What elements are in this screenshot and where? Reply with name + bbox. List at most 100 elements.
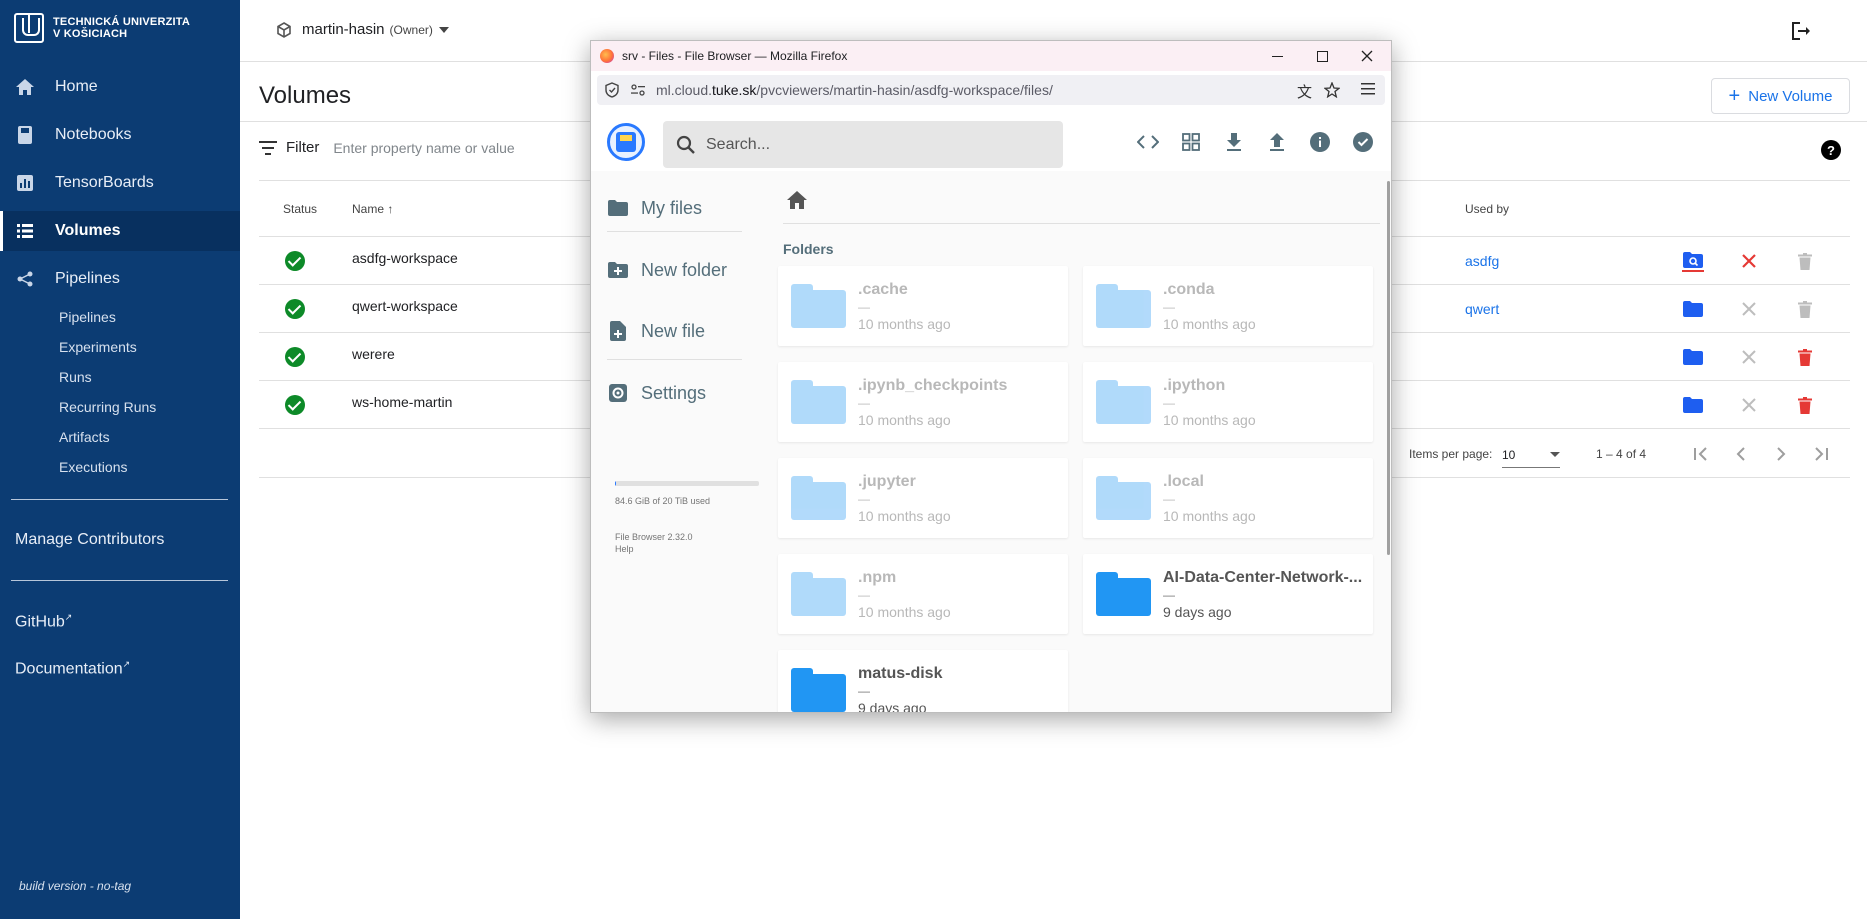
items-per-page-select[interactable]: 10 [1502,442,1560,468]
pipelines-icon [16,270,34,288]
folder-modified: 9 days ago [1163,604,1232,620]
new-volume-button[interactable]: + New Volume [1711,78,1850,114]
github-link[interactable]: GitHub↗ [15,612,72,631]
create-folder-icon [607,259,629,281]
upload-button[interactable] [1264,129,1290,155]
info-button[interactable] [1307,129,1333,155]
delete-volume-button[interactable] [1794,346,1816,368]
app-menu-button[interactable] [1360,82,1376,96]
folder-item[interactable]: matus-disk — 9 days ago [778,650,1068,712]
column-header-name[interactable]: Name ↑ [352,202,393,216]
folder-item[interactable]: AI-Data-Center-Network-... — 9 days ago [1083,554,1373,634]
sidebar-subitem-executions[interactable]: Executions [59,459,127,475]
folder-item[interactable]: .ipython — 10 months ago [1083,362,1373,442]
home-icon [787,191,807,209]
browse-volume-button[interactable] [1682,250,1704,272]
close-viewer-button[interactable] [1738,298,1760,320]
folder-item[interactable]: .npm — 10 months ago [778,554,1068,634]
divider [607,231,742,232]
url-bar[interactable]: ml.cloud.tuke.sk/pvcviewers/martin-hasin… [597,75,1385,105]
delete-volume-button[interactable] [1794,394,1816,416]
column-header-status[interactable]: Status [283,202,317,216]
search-input[interactable]: Search... [663,121,1063,168]
browse-volume-button[interactable] [1682,298,1704,320]
fb-version[interactable]: File Browser 2.32.0 [615,532,693,542]
trash-icon [1798,300,1812,318]
sidebar-item-notebooks[interactable]: Notebooks [0,115,240,155]
fb-nav-new-folder[interactable]: New folder [607,259,727,281]
close-icon [1742,302,1756,316]
firefox-window[interactable]: srv - Files - File Browser — Mozilla Fir… [590,40,1392,713]
university-logo[interactable]: TECHNICKÁ UNIVERZITA V KOŠICIACH [14,13,190,43]
hamburger-menu-icon [1361,83,1375,95]
folder-icon [791,572,846,616]
sidebar-divider [11,499,228,500]
search-icon [676,135,695,154]
documentation-link[interactable]: Documentation↗ [15,659,130,678]
sidebar-subitem-experiments[interactable]: Experiments [59,339,137,355]
last-page-button[interactable] [1810,443,1832,465]
close-viewer-button[interactable] [1738,346,1760,368]
create-file-icon [607,320,629,342]
folder-item[interactable]: .local — 10 months ago [1083,458,1373,538]
external-link-icon: ↗ [64,612,73,622]
close-window-button[interactable] [1345,41,1389,71]
delete-volume-button[interactable] [1794,250,1816,272]
fb-nav-settings[interactable]: Settings [607,382,706,404]
sidebar-item-pipelines[interactable]: Pipelines [0,259,240,299]
next-page-button[interactable] [1770,443,1792,465]
folders-heading: Folders [783,241,834,257]
manage-contributors-link[interactable]: Manage Contributors [15,531,164,549]
switch-view-button[interactable] [1178,129,1204,155]
window-title: srv - Files - File Browser — Mozilla Fir… [622,49,848,63]
translate-icon[interactable]: 文 [1297,81,1312,102]
scrollbar[interactable] [1387,181,1390,555]
namespace-selector[interactable]: martin-hasin (Owner) [276,21,449,38]
folder-item[interactable]: .jupyter — 10 months ago [778,458,1068,538]
close-icon [1742,398,1756,412]
fb-nav-new-file[interactable]: New file [607,320,705,342]
close-viewer-button[interactable] [1738,394,1760,416]
source-view-button[interactable] [1135,129,1161,155]
breadcrumb-home-button[interactable] [787,191,807,211]
url-text[interactable]: ml.cloud.tuke.sk/pvcviewers/martin-hasin… [656,82,1053,98]
folder-item[interactable]: .conda — 10 months ago [1083,266,1373,346]
bookmark-star-icon[interactable] [1324,82,1340,98]
folder-item[interactable]: .cache — 10 months ago [778,266,1068,346]
folder-item[interactable]: .ipynb_checkpoints — 10 months ago [778,362,1068,442]
first-page-button[interactable] [1690,443,1712,465]
delete-volume-button[interactable] [1794,298,1816,320]
window-titlebar[interactable]: srv - Files - File Browser — Mozilla Fir… [591,41,1391,71]
fb-help-link[interactable]: Help [615,544,634,554]
minimize-button[interactable] [1255,41,1299,71]
status-ok-icon [285,395,305,415]
help-icon[interactable]: ? [1821,140,1841,160]
sidebar-item-tensorboards[interactable]: TensorBoards [0,163,240,203]
logout-button[interactable] [1788,19,1812,43]
select-multiple-button[interactable] [1350,129,1376,155]
cube-icon [277,21,291,38]
sidebar-subitem-artifacts[interactable]: Artifacts [59,429,110,445]
sidebar-item-home[interactable]: Home [0,67,240,107]
used-by-link[interactable]: qwert [1465,301,1499,317]
sidebar-item-volumes[interactable]: Volumes [0,211,240,251]
fb-nav-my-files[interactable]: My files [607,197,702,219]
filter-input[interactable]: Enter property name or value [333,140,514,156]
column-header-used-by[interactable]: Used by [1465,202,1509,216]
previous-page-button[interactable] [1730,443,1752,465]
close-viewer-button[interactable] [1738,250,1760,272]
sidebar-subitem-pipelines[interactable]: Pipelines [59,309,116,325]
download-button[interactable] [1221,129,1247,155]
browse-volume-button[interactable] [1682,346,1704,368]
folder-icon [791,668,846,712]
maximize-button[interactable] [1300,41,1344,71]
filter-bar[interactable]: Filter Enter property name or value [259,139,515,156]
sidebar-subitem-runs[interactable]: Runs [59,369,92,385]
sidebar-item-label: Volumes [55,222,121,239]
status-ok-icon [285,347,305,367]
file-browser-logo[interactable] [607,123,645,161]
used-by-link[interactable]: asdfg [1465,253,1499,269]
sidebar-subitem-recurring-runs[interactable]: Recurring Runs [59,399,156,415]
first-page-icon [1694,447,1707,461]
browse-volume-button[interactable] [1682,394,1704,416]
